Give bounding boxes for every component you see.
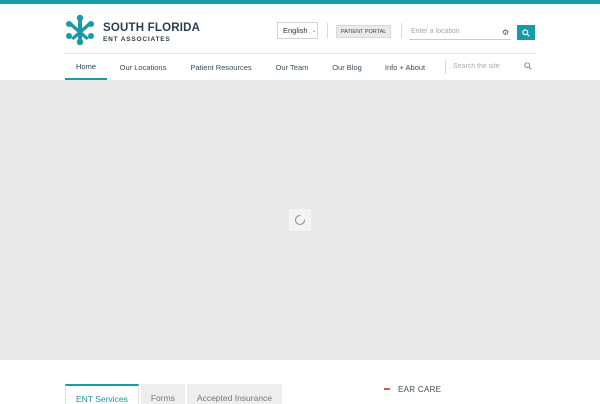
header-divider <box>327 23 328 38</box>
brand-name[interactable]: SOUTH FLORIDA <box>103 22 200 34</box>
nav-divider <box>445 60 446 74</box>
hero-slider <box>0 80 600 360</box>
side-list-item-ear-care[interactable]: EAR CARE <box>384 384 441 394</box>
site-header: SOUTH FLORIDA ENT ASSOCIATES English ⌄ P… <box>0 4 600 54</box>
tab-forms[interactable]: Forms <box>140 384 185 404</box>
search-icon[interactable] <box>524 62 532 70</box>
nav-item-our-blog[interactable]: Our Blog <box>326 54 368 80</box>
gear-icon[interactable]: ⚙ <box>502 29 510 37</box>
tab-ent-services[interactable]: ENT Services <box>65 384 139 404</box>
nav-item-home[interactable]: Home <box>65 54 107 80</box>
chevron-down-icon: ⌄ <box>311 28 317 34</box>
nav-item-our-team[interactable]: Our Team <box>268 54 316 80</box>
list-marker <box>384 388 390 390</box>
loading-indicator <box>289 209 311 231</box>
site-search-input[interactable] <box>453 60 527 72</box>
main-nav: Home Our Locations Patient Resources Our… <box>0 54 600 80</box>
spinner-icon <box>294 214 306 226</box>
tab-accepted-insurance[interactable]: Accepted Insurance <box>186 384 283 404</box>
location-search-button[interactable] <box>517 25 535 40</box>
patient-portal-button[interactable]: PATIENT PORTAL <box>336 25 392 38</box>
nav-item-patient-resources[interactable]: Patient Resources <box>185 54 257 80</box>
search-icon <box>522 28 530 37</box>
location-search-input[interactable] <box>409 24 511 40</box>
side-list-item-label: EAR CARE <box>398 384 442 394</box>
language-select[interactable]: English ⌄ <box>277 22 318 39</box>
nav-item-our-locations[interactable]: Our Locations <box>113 54 173 80</box>
language-selected-value: English <box>283 26 308 35</box>
brand-subtitle[interactable]: ENT ASSOCIATES <box>103 36 171 43</box>
content-tabs: ENT Services Forms Accepted Insurance <box>65 384 283 404</box>
header-divider <box>401 23 402 38</box>
nav-item-info-about[interactable]: Info + About <box>378 54 432 80</box>
brand-logo-icon[interactable] <box>64 14 96 46</box>
